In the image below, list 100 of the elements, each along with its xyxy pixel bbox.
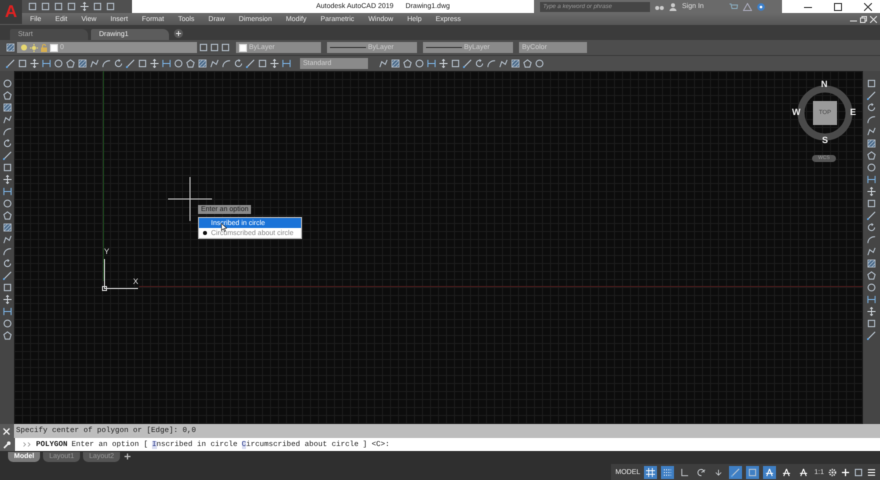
circle-icon[interactable] bbox=[867, 163, 876, 172]
help-icon[interactable] bbox=[756, 2, 765, 10]
hatch-icon[interactable] bbox=[867, 259, 876, 268]
cross-arrows-icon[interactable] bbox=[867, 187, 876, 196]
polyline-icon[interactable] bbox=[2, 115, 12, 124]
rotate-icon[interactable] bbox=[2, 139, 12, 148]
dimension-icon[interactable] bbox=[42, 59, 51, 68]
polyline-icon[interactable] bbox=[2, 235, 12, 244]
cross-arrows-icon[interactable] bbox=[30, 59, 39, 68]
compass-west[interactable]: W bbox=[792, 107, 800, 117]
polyline-icon[interactable] bbox=[867, 247, 876, 256]
hatch-icon[interactable] bbox=[867, 139, 876, 148]
circle-icon[interactable] bbox=[535, 59, 544, 68]
arc-icon[interactable] bbox=[102, 59, 111, 68]
settings-icon[interactable] bbox=[828, 468, 837, 476]
polygon-icon[interactable] bbox=[2, 91, 12, 100]
cross-arrows-icon[interactable] bbox=[270, 59, 279, 68]
menu-icon[interactable] bbox=[867, 468, 876, 476]
hatch-icon[interactable] bbox=[198, 59, 207, 68]
hatch-icon[interactable] bbox=[391, 59, 400, 68]
hatch-icon[interactable] bbox=[2, 103, 12, 112]
compass-north[interactable]: N bbox=[821, 79, 828, 89]
polygon-icon[interactable] bbox=[186, 59, 195, 68]
rotate-icon[interactable] bbox=[475, 59, 484, 68]
restore-icon[interactable] bbox=[860, 16, 867, 22]
cross-arrows-icon[interactable] bbox=[867, 307, 876, 316]
dimension-icon[interactable] bbox=[2, 307, 12, 316]
compass-south[interactable]: S bbox=[822, 135, 828, 145]
square-icon[interactable] bbox=[221, 43, 230, 52]
user-icon[interactable] bbox=[669, 2, 677, 10]
square-icon[interactable] bbox=[18, 59, 27, 68]
rotate-icon[interactable] bbox=[2, 259, 12, 268]
new-layout-icon[interactable] bbox=[123, 452, 132, 461]
polygon-icon[interactable] bbox=[867, 271, 876, 280]
rotate-icon[interactable] bbox=[114, 59, 123, 68]
line-icon[interactable] bbox=[867, 91, 876, 100]
hatch-icon[interactable] bbox=[78, 59, 87, 68]
line-icon[interactable] bbox=[126, 59, 135, 68]
dimension-icon[interactable] bbox=[427, 59, 436, 68]
circle-icon[interactable] bbox=[867, 283, 876, 292]
square-icon[interactable] bbox=[41, 2, 50, 11]
line-icon[interactable] bbox=[246, 59, 255, 68]
polyline-icon[interactable] bbox=[210, 59, 219, 68]
square-icon[interactable] bbox=[867, 319, 876, 328]
line-icon[interactable] bbox=[463, 59, 472, 68]
cross-arrows-icon[interactable] bbox=[2, 175, 12, 184]
polyline-icon[interactable] bbox=[90, 59, 99, 68]
line-icon[interactable] bbox=[2, 271, 12, 280]
dimension-icon[interactable] bbox=[867, 295, 876, 304]
circle-icon[interactable] bbox=[2, 79, 12, 88]
square-icon[interactable] bbox=[451, 59, 460, 68]
cross-arrows-icon[interactable] bbox=[150, 59, 159, 68]
wrench-icon[interactable] bbox=[3, 440, 11, 448]
arc-icon[interactable] bbox=[487, 59, 496, 68]
dimension-icon[interactable] bbox=[162, 59, 171, 68]
plus-icon[interactable] bbox=[841, 468, 850, 476]
circle-icon[interactable] bbox=[2, 319, 12, 328]
arc-icon[interactable] bbox=[867, 235, 876, 244]
new-tab-icon[interactable] bbox=[174, 29, 183, 38]
line-icon[interactable] bbox=[867, 331, 876, 340]
dimension-icon[interactable] bbox=[867, 175, 876, 184]
square-icon[interactable] bbox=[199, 43, 208, 52]
square-icon[interactable] bbox=[93, 2, 102, 11]
maximize-icon[interactable] bbox=[834, 2, 842, 10]
circle-icon[interactable] bbox=[174, 59, 183, 68]
square-icon[interactable] bbox=[2, 163, 12, 172]
polygon-icon[interactable] bbox=[523, 59, 532, 68]
circle-icon[interactable] bbox=[2, 199, 12, 208]
square-icon[interactable] bbox=[867, 79, 876, 88]
square-icon[interactable] bbox=[2, 283, 12, 292]
line-icon[interactable] bbox=[867, 211, 876, 220]
polygon-icon[interactable] bbox=[2, 331, 12, 340]
dimension-icon[interactable] bbox=[2, 187, 12, 196]
compass-east[interactable]: E bbox=[850, 107, 856, 117]
square-icon[interactable] bbox=[28, 2, 37, 11]
hatch-icon[interactable] bbox=[6, 43, 15, 52]
hatch-icon[interactable] bbox=[2, 223, 12, 232]
line-icon[interactable] bbox=[2, 151, 12, 160]
square-icon[interactable] bbox=[54, 2, 63, 11]
arc-icon[interactable] bbox=[2, 247, 12, 256]
cross-arrows-icon[interactable] bbox=[439, 59, 448, 68]
cross-arrows-icon[interactable] bbox=[80, 2, 89, 11]
arc-icon[interactable] bbox=[2, 127, 12, 136]
line-icon[interactable] bbox=[6, 59, 15, 68]
arc-icon[interactable] bbox=[222, 59, 231, 68]
polygon-icon[interactable] bbox=[403, 59, 412, 68]
square-icon[interactable] bbox=[854, 468, 863, 476]
square-icon[interactable] bbox=[106, 2, 115, 11]
polyline-icon[interactable] bbox=[867, 127, 876, 136]
polyline-icon[interactable] bbox=[379, 59, 388, 68]
polyline-icon[interactable] bbox=[499, 59, 508, 68]
polygon-icon[interactable] bbox=[2, 211, 12, 220]
cross-arrows-icon[interactable] bbox=[2, 295, 12, 304]
rotate-icon[interactable] bbox=[867, 103, 876, 112]
rotate-icon[interactable] bbox=[867, 223, 876, 232]
arc-icon[interactable] bbox=[867, 115, 876, 124]
square-icon[interactable] bbox=[138, 59, 147, 68]
square-icon[interactable] bbox=[867, 199, 876, 208]
close-icon[interactable] bbox=[864, 2, 872, 10]
square-icon[interactable] bbox=[67, 2, 76, 11]
